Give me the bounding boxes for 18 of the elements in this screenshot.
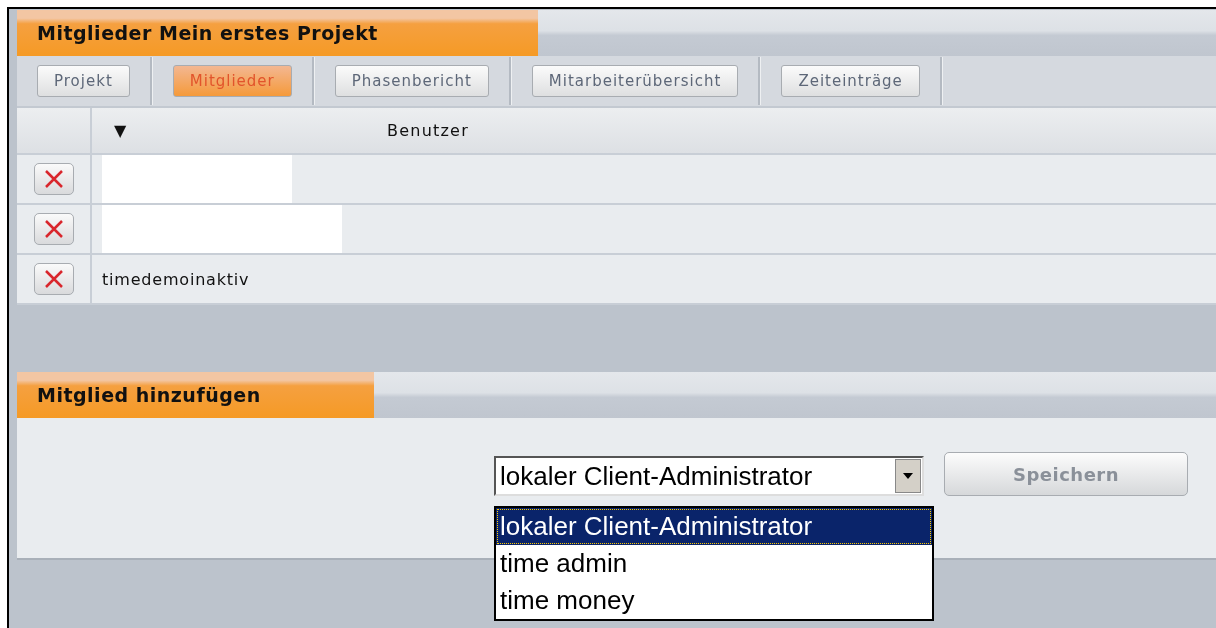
sort-icon[interactable]: ▼ — [114, 121, 128, 140]
close-icon — [42, 268, 65, 290]
column-header[interactable]: Benutzer — [387, 121, 469, 140]
tab[interactable]: Projekt — [37, 65, 130, 97]
close-icon — [42, 168, 65, 190]
delete-button[interactable] — [33, 213, 74, 245]
page-title: Mitglieder Mein erstes Projekt — [17, 10, 538, 56]
delete-button[interactable] — [33, 263, 74, 295]
tab[interactable]: Zeiteinträge — [781, 65, 920, 97]
table-cell: timedemoinaktiv — [102, 269, 250, 289]
tab[interactable]: Phasenbericht — [334, 65, 489, 97]
close-icon — [42, 218, 65, 240]
dropdown-caret-icon[interactable] — [895, 459, 921, 493]
role-select[interactable]: lokaler Client-Administrator — [494, 456, 924, 496]
delete-button[interactable] — [33, 163, 74, 195]
section-title: Mitglied hinzufügen — [17, 372, 374, 418]
dropdown-option[interactable]: lokaler Client-Administrator — [496, 508, 932, 545]
tab[interactable]: Mitarbeiterübersicht — [531, 65, 739, 97]
